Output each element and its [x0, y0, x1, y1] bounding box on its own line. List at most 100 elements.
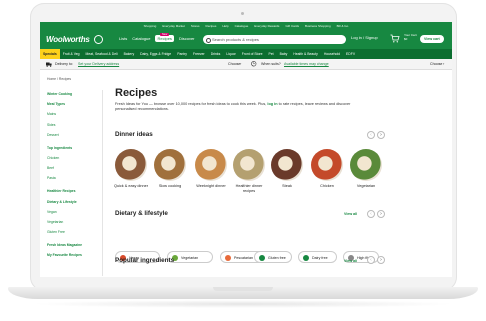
sidebar-item[interactable]: Vegan: [47, 210, 99, 214]
nav-recipes[interactable]: Recipes: [155, 35, 174, 42]
dinner-idea-label[interactable]: Healthier dinner recipes: [229, 184, 269, 194]
search-icon: [206, 37, 211, 43]
chevron-right-icon[interactable]: ›: [443, 61, 444, 66]
sidebar-item[interactable]: Meal Types: [47, 102, 99, 106]
breadcrumb[interactable]: Home / Recipes: [47, 77, 71, 81]
set-delivery-address-link[interactable]: Set your Delivery address: [78, 62, 119, 66]
dietary-next-arrow[interactable]: ›: [377, 210, 385, 218]
sidebar-item[interactable]: Fresh Ideas Magazine: [47, 243, 99, 247]
sidebar-item[interactable]: Dietary & Lifestyle: [47, 200, 99, 204]
category-item[interactable]: Freezer: [190, 52, 208, 56]
dinner-idea-label[interactable]: Slow cooking: [150, 184, 190, 189]
intro-text: Fresh Ideas for You — browse over 10,000…: [115, 102, 365, 112]
nav-lists[interactable]: Lists: [119, 36, 127, 42]
category-item[interactable]: Fruit & Veg: [60, 52, 83, 56]
sidebar-item[interactable]: Sides: [47, 123, 99, 127]
dietary-pill-label: Dairy free: [312, 255, 328, 260]
dinner-prev-arrow[interactable]: ‹: [367, 131, 375, 139]
sidebar-item[interactable]: Healthier Recipes: [47, 189, 99, 193]
dietary-heading: Dietary & lifestyle: [115, 210, 168, 217]
search-input[interactable]: Search products & recipes: [203, 35, 346, 44]
utility-link[interactable]: Everyday Rewards: [254, 24, 279, 28]
when-suits-label: When suits?: [261, 62, 281, 66]
category-item[interactable]: Front of Store: [239, 52, 266, 56]
utility-link[interactable]: Business Shopping: [305, 24, 331, 28]
sidebar-item[interactable]: Dessert: [47, 133, 99, 137]
dietary-prev-arrow[interactable]: ‹: [367, 210, 375, 218]
sidebar-item[interactable]: Top Ingredients: [47, 146, 99, 150]
utility-link[interactable]: Recipes: [206, 24, 217, 28]
sidebar-item[interactable]: Mains: [47, 112, 99, 116]
category-item[interactable]: Specials: [40, 49, 60, 59]
nav-catalogue[interactable]: Catalogue: [132, 36, 150, 42]
dinner-idea-image[interactable]: [233, 149, 265, 181]
utility-link[interactable]: Catalogue: [235, 24, 249, 28]
login-inline-link[interactable]: log in: [267, 102, 277, 106]
utility-link[interactable]: Shopping: [144, 24, 157, 28]
choose-address-button[interactable]: Choose: [228, 62, 240, 66]
category-item[interactable]: EDFV: [343, 52, 358, 56]
category-item[interactable]: Bakery: [121, 52, 138, 56]
intro-text-start: Fresh Ideas for You — browse over 10,000…: [115, 102, 267, 106]
dinner-idea-image[interactable]: [350, 149, 382, 181]
dinner-idea-image[interactable]: [115, 149, 147, 181]
dietary-pill-label: Pescatarian: [234, 255, 253, 260]
delivery-address-link-text[interactable]: Set your Delivery address: [78, 62, 119, 66]
dinner-idea-label[interactable]: Chicken: [307, 184, 347, 189]
view-cart-button[interactable]: View cart: [420, 35, 444, 43]
dinner-idea-label[interactable]: Quick & easy dinner: [111, 184, 151, 189]
dietary-icon: [303, 254, 309, 261]
dinner-ideas-heading: Dinner ideas: [115, 131, 153, 138]
popular-view-all-link[interactable]: View all: [344, 259, 357, 263]
sidebar-item[interactable]: Vegetarian: [47, 220, 99, 224]
category-nav: Specials Fruit & Veg Meat, Seafood & Deli B…: [40, 49, 452, 59]
sidebar-item[interactable]: Winter Cooking: [47, 92, 99, 96]
category-item[interactable]: Drinks: [208, 52, 224, 56]
popular-next-arrow[interactable]: ›: [377, 256, 385, 264]
available-times-link[interactable]: Available times may change: [284, 62, 329, 66]
category-item[interactable]: Liquor: [223, 52, 238, 56]
utility-link[interactable]: Everyday Market: [162, 24, 185, 28]
sidebar-item[interactable]: Chicken: [47, 156, 99, 160]
dietary-pill[interactable]: Dairy free: [298, 251, 337, 263]
sidebar-divider: [102, 90, 103, 276]
dietary-pill[interactable]: Gluten free: [254, 251, 292, 263]
dinner-next-arrow[interactable]: ›: [377, 131, 385, 139]
cart-icon[interactable]: [390, 34, 400, 43]
category-item[interactable]: Baby: [277, 52, 291, 56]
category-item[interactable]: Meat, Seafood & Deli: [83, 52, 121, 56]
utility-link[interactable]: Gift Cards: [285, 24, 299, 28]
dinner-idea-label[interactable]: Vegetarian: [346, 184, 386, 189]
sidebar-item[interactable]: Beef: [47, 166, 99, 170]
category-item[interactable]: Household: [321, 52, 343, 56]
choose-time-button[interactable]: Choose: [430, 62, 442, 66]
new-badge: New: [160, 33, 170, 36]
login-link[interactable]: Log in / Signup: [351, 35, 378, 40]
dinner-idea-image[interactable]: [311, 149, 343, 181]
dinner-idea-label[interactable]: Weeknight dinner: [191, 184, 231, 189]
dinner-idea-image[interactable]: [195, 149, 227, 181]
chevron-right-icon[interactable]: ›: [240, 61, 241, 66]
dietary-view-all-link[interactable]: View all: [344, 212, 357, 216]
category-item[interactable]: Pet: [265, 52, 276, 56]
woolworths-logo-icon[interactable]: [94, 35, 103, 44]
camera: [241, 12, 244, 15]
category-item[interactable]: Health & Beauty: [290, 52, 321, 56]
popular-prev-arrow[interactable]: ‹: [367, 256, 375, 264]
utility-link[interactable]: Help: [222, 24, 228, 28]
sidebar-item[interactable]: Pasta: [47, 176, 99, 180]
dinner-idea-image[interactable]: [154, 149, 186, 181]
utility-link[interactable]: Stores: [191, 24, 200, 28]
dinner-idea-image[interactable]: [271, 149, 303, 181]
dinner-idea-label[interactable]: Steak: [267, 184, 307, 189]
logo-text[interactable]: Woolworths: [46, 35, 90, 44]
category-item[interactable]: Pantry: [174, 52, 190, 56]
category-item[interactable]: Dairy, Eggs & Fridge: [137, 52, 174, 56]
utility-link[interactable]: Bill & Go: [337, 24, 349, 28]
available-times-link-text[interactable]: Available times may change: [284, 62, 329, 66]
nav-discover[interactable]: Discover: [179, 36, 195, 42]
sidebar-item[interactable]: Gluten Free: [47, 230, 99, 234]
sidebar-item[interactable]: My Favourite Recipes: [47, 253, 99, 257]
laptop-notch: [213, 287, 273, 291]
search-placeholder: Search products & recipes: [212, 37, 259, 42]
